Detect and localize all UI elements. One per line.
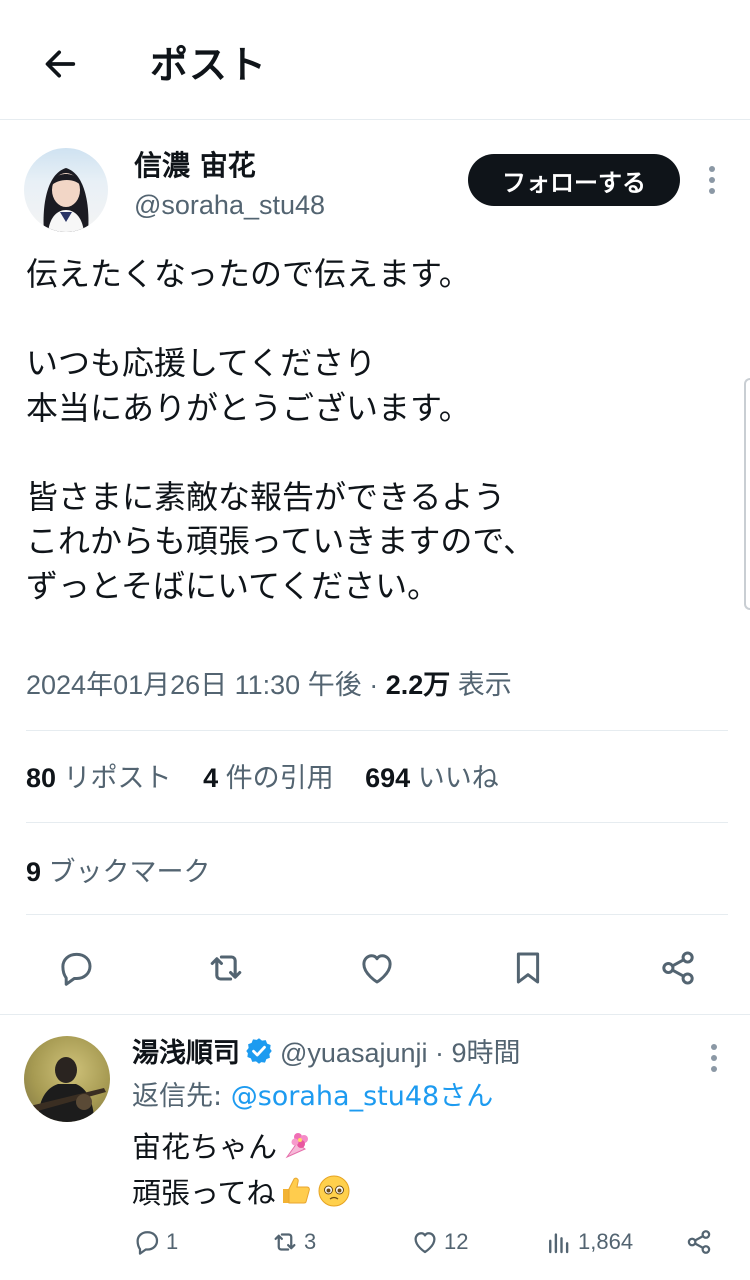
reply-avatar[interactable] (24, 1036, 110, 1122)
page-title: ポスト (150, 43, 268, 87)
reply-reply-button[interactable]: 1 (132, 1220, 178, 1264)
reply-time[interactable]: 9時間 (452, 1038, 521, 1068)
reply-views-button[interactable]: 1,864 (544, 1220, 633, 1264)
repost-count: 3 (304, 1229, 317, 1254)
post-line: いつも応援してくださり (26, 344, 377, 382)
more-vertical-icon (709, 166, 715, 194)
verified-badge-icon (246, 1038, 272, 1064)
post-timestamp[interactable]: 2024年01月26日 11:30 午後 (26, 670, 362, 700)
quotes-count: 4 (203, 763, 219, 793)
reply-icon (61, 952, 92, 986)
bookmarks-count: 9 (26, 857, 42, 887)
reply-more-button[interactable] (700, 1040, 728, 1076)
meta-separator: · (361, 670, 386, 700)
reply-line-text: 宙花ちゃん (132, 1130, 278, 1164)
reply-author-handle[interactable]: @yuasajunji (280, 1038, 428, 1068)
post-body: 伝えたくなったので伝えます。 いつも応援してくださり 本当にありがとうございます… (26, 252, 726, 608)
post-stats: 80 リポスト 4 件の引用 694 いいね (26, 756, 523, 800)
reposts-count: 80 (26, 763, 57, 793)
post-line: 伝えたくなったので伝えます。 (26, 255, 471, 293)
bookmark-icon (516, 952, 540, 984)
more-vertical-icon (711, 1044, 717, 1072)
like-icon (362, 954, 392, 984)
likes-stat[interactable]: 694 いいね (365, 763, 499, 793)
quotes-label: 件の引用 (218, 763, 334, 793)
repost-icon (274, 1233, 296, 1251)
reply-share-button[interactable] (684, 1220, 714, 1264)
share-button[interactable] (654, 944, 702, 992)
thumbs-up-emoji-icon (282, 1177, 310, 1204)
repost-button[interactable] (202, 944, 250, 992)
replying-to-label: 返信先: (132, 1081, 231, 1112)
reply-like-button[interactable]: 12 (410, 1220, 468, 1264)
reply-line: 頑張ってね (132, 1170, 352, 1216)
replying-to-link[interactable]: @soraha_stu48さん (231, 1081, 494, 1112)
meta-separator: · (427, 1038, 452, 1068)
flower-bouquet-emoji-icon (285, 1133, 309, 1159)
post-meta: 2024年01月26日 11:30 午後 · 2.2万 表示 (26, 664, 512, 706)
pleading-face-emoji-icon (318, 1175, 350, 1207)
like-count: 12 (444, 1229, 469, 1254)
reply-action-bar: 1 3 12 1,864 (0, 1220, 750, 1264)
reply-line-text: 頑張ってね (132, 1176, 276, 1210)
arrow-left-icon (45, 50, 76, 78)
reposts-stat[interactable]: 80 リポスト (26, 763, 172, 793)
avatar-portrait (43, 168, 89, 232)
post-line: 本当にありがとうございます。 (26, 388, 471, 427)
reply-button[interactable] (52, 944, 100, 992)
divider (26, 730, 728, 731)
bookmarks-label: ブックマーク (41, 857, 211, 887)
avatar-guitarist (30, 1057, 106, 1122)
like-button[interactable] (353, 944, 401, 992)
divider (26, 914, 728, 915)
author-handle[interactable]: @soraha_stu48 (134, 188, 325, 222)
reply-icon (136, 1231, 159, 1255)
follow-button[interactable]: フォローする (468, 154, 680, 206)
reply-post[interactable]: 湯浅順司 @yuasajunji · 9時間 返信先: @soraha_stu4… (0, 1020, 750, 1280)
share-icon (687, 1230, 711, 1254)
share-icon (662, 951, 694, 985)
view-count-reply: 1,864 (578, 1229, 634, 1254)
bookmark-button[interactable] (504, 944, 552, 992)
post-author: 信濃 宙花 @soraha_stu48 フォローする (0, 140, 750, 240)
divider (26, 822, 728, 823)
post-line (26, 430, 726, 475)
reply-line: 宙花ちゃん (132, 1124, 352, 1170)
likes-label: いいね (410, 763, 499, 793)
quotes-stat[interactable]: 4 件の引用 (203, 763, 334, 793)
reposts-label: リポスト (56, 763, 172, 793)
reply-body: 宙花ちゃん 頑張ってね (132, 1124, 352, 1216)
likes-count: 694 (365, 763, 411, 793)
scrollbar-handle[interactable] (744, 378, 750, 610)
author-avatar[interactable] (24, 148, 108, 232)
reply-author-name[interactable]: 湯浅順司 (132, 1038, 240, 1069)
views-chart-icon (549, 1233, 569, 1254)
back-button[interactable] (36, 40, 84, 88)
view-count: 2.2万 (385, 670, 451, 700)
reply-header: 湯浅順司 @yuasajunji · 9時間 (132, 1034, 521, 1073)
post-line: これからも頑張っていきますので、 (26, 522, 536, 560)
post-action-bar (0, 936, 750, 996)
repost-icon (210, 955, 242, 981)
divider (0, 1014, 750, 1015)
post-line (26, 297, 726, 342)
author-name[interactable]: 信濃 宙花 (134, 148, 256, 184)
top-bar: ポスト (0, 0, 750, 120)
reply-repost-button[interactable]: 3 (270, 1220, 316, 1264)
like-icon (414, 1232, 436, 1254)
reply-count: 1 (166, 1229, 179, 1254)
bookmarks-stat[interactable]: 9 ブックマーク (26, 850, 211, 894)
view-label: 表示 (450, 670, 512, 700)
post-line: 皆さまに素敵な報告ができるよう (26, 477, 506, 516)
replying-to: 返信先: @soraha_stu48さん (132, 1078, 493, 1116)
post-line: ずっとそばにいてください。 (26, 566, 440, 605)
more-options-button[interactable] (698, 162, 726, 198)
